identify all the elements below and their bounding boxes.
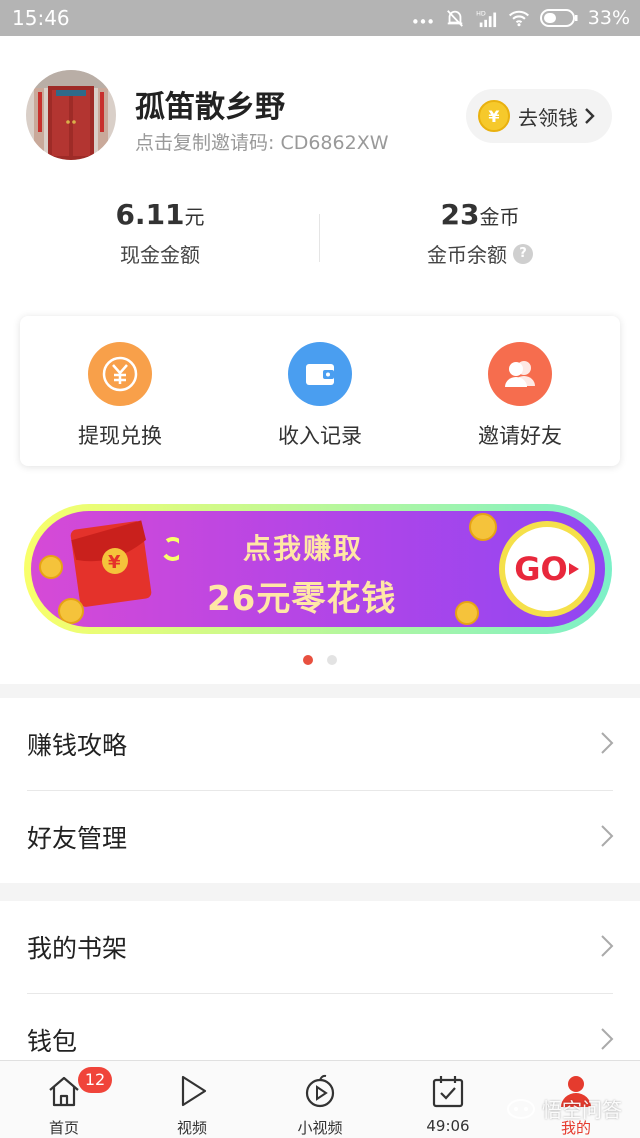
get-money-button[interactable]: ¥ 去领钱: [466, 89, 612, 143]
carousel-dot-active: [303, 655, 313, 665]
menu-label: 我的书架: [27, 934, 128, 963]
invite-code-text[interactable]: 点击复制邀请码: CD6862XW: [135, 128, 389, 155]
tab-checkin[interactable]: 49:06: [384, 1061, 512, 1138]
notification-badge: 12: [78, 1067, 112, 1093]
tab-label: 小视频: [297, 1119, 343, 1137]
play-triangle-icon: [568, 563, 579, 575]
tab-video[interactable]: 视频: [128, 1061, 256, 1138]
cash-label: 现金金额: [120, 243, 200, 267]
tab-home[interactable]: 12 首页: [0, 1061, 128, 1138]
svg-text:¥: ¥: [108, 552, 121, 573]
coin-decoration-icon-2: [455, 601, 479, 625]
status-time: 15:46: [12, 6, 70, 30]
avatar-image: [26, 70, 116, 160]
promo-banner[interactable]: ¥ 点我赚取 26元零花钱 GO: [24, 504, 612, 634]
watermark: 悟空问答: [506, 1094, 622, 1123]
status-bar: 15:46 HD 33%: [0, 0, 640, 36]
yuan-icon: [88, 342, 152, 406]
carousel-dot: [327, 655, 337, 665]
menu-label: 钱包: [27, 1027, 78, 1056]
withdraw-exchange-button[interactable]: 提现兑换: [20, 342, 220, 450]
coin-icon: ¥: [478, 100, 510, 132]
home-icon: [49, 1076, 79, 1107]
coin-label: 金币余额: [427, 243, 507, 267]
coin-balance[interactable]: 23金币 金币余额?: [320, 198, 640, 268]
action-label-income: 收入记录: [278, 424, 362, 448]
income-record-button[interactable]: 收入记录: [220, 342, 420, 450]
username: 孤笛散乡野: [135, 90, 285, 125]
invite-friends-button[interactable]: 邀请好友: [420, 342, 620, 450]
promo-banner-inner: ¥ 点我赚取 26元零花钱 GO: [31, 511, 605, 627]
status-icons: HD 33%: [412, 6, 630, 30]
checkin-calendar-icon: [432, 1076, 464, 1108]
svg-text:HD: HD: [476, 10, 486, 17]
alarm-off-icon: [446, 10, 463, 27]
actions-card: 提现兑换 收入记录 邀请好友: [20, 316, 620, 466]
chevron-right-icon: [601, 732, 614, 754]
tab-label: 首页: [48, 1119, 79, 1137]
menu-label: 赚钱攻略: [27, 731, 128, 760]
get-money-label: 去领钱: [518, 105, 578, 130]
chevron-right-icon: [601, 825, 614, 847]
coin-value: 23: [440, 198, 480, 231]
cash-unit: 元: [184, 205, 205, 229]
more-dots-icon: [412, 19, 433, 24]
go-label: GO: [514, 550, 568, 588]
go-button[interactable]: GO: [499, 521, 595, 617]
menu-item-friend-management[interactable]: 好友管理: [0, 791, 640, 883]
action-label-withdraw: 提现兑换: [78, 424, 162, 448]
cash-balance[interactable]: 6.11元 现金金额: [0, 198, 320, 268]
hd-signal-icon: HD: [476, 10, 496, 28]
banner-line-2: 26元零花钱: [207, 579, 397, 619]
menu-item-earning-guide[interactable]: 赚钱攻略: [0, 698, 640, 790]
chevron-right-icon: [601, 935, 614, 957]
banner-line-1: 点我赚取: [243, 532, 364, 565]
tab-label: 视频: [176, 1119, 207, 1137]
battery-icon: [539, 9, 578, 27]
section-gap: [0, 684, 640, 698]
friends-icon: [488, 342, 552, 406]
battery-percent: 33%: [587, 7, 630, 29]
avatar[interactable]: [26, 70, 116, 160]
wukong-logo-icon: [507, 1098, 535, 1119]
wallet-icon: [288, 342, 352, 406]
coin-decoration-icon: [469, 513, 497, 541]
play-icon: [181, 1075, 207, 1107]
section-gap: [0, 883, 640, 901]
wifi-icon: [508, 10, 529, 27]
tab-short-video[interactable]: 小视频: [256, 1061, 384, 1138]
tab-label: 49:06: [426, 1117, 470, 1135]
action-label-invite: 邀请好友: [478, 424, 562, 448]
chevron-right-icon: [585, 108, 595, 124]
coin-unit: 金币: [479, 205, 520, 229]
menu-label: 好友管理: [27, 824, 128, 853]
cash-value: 6.11: [115, 198, 185, 231]
short-video-icon: [305, 1074, 335, 1108]
red-envelope-icon: ¥: [39, 520, 179, 624]
watermark-text: 悟空问答: [542, 1098, 622, 1122]
help-icon[interactable]: ?: [513, 243, 533, 264]
chevron-right-icon: [601, 1028, 614, 1050]
menu-item-bookshelf[interactable]: 我的书架: [0, 901, 640, 993]
carousel-indicator: [0, 655, 640, 665]
